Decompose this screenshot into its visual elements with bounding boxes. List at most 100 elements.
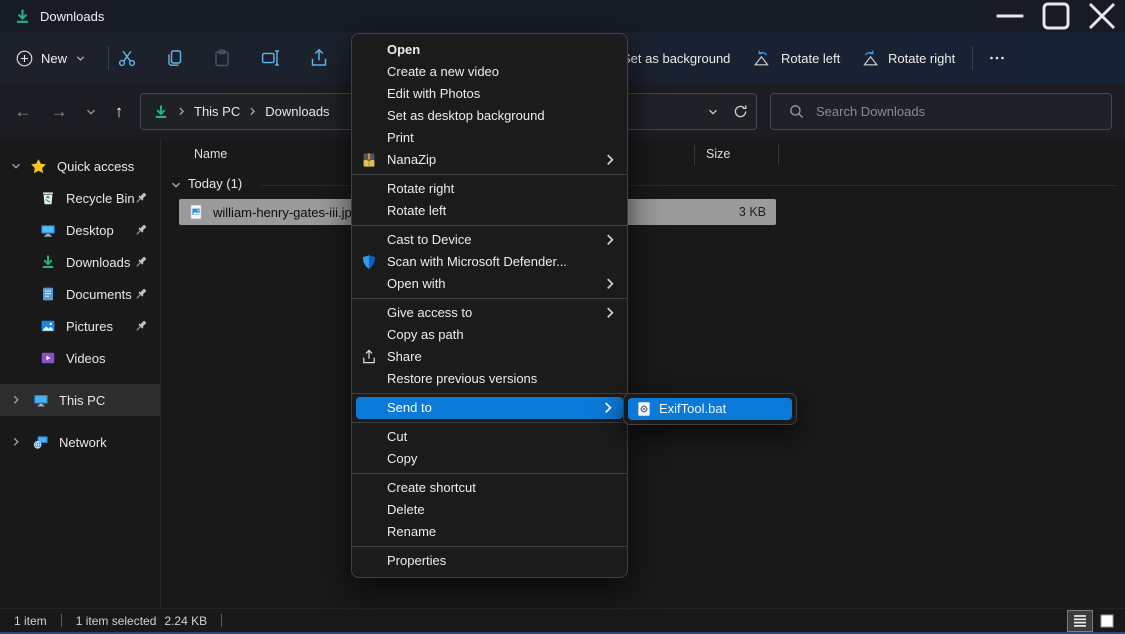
menu-item-restore-previous-versions[interactable]: Restore previous versions xyxy=(352,368,627,390)
file-name: william-henry-gates-iii.jpg xyxy=(213,205,359,220)
pin-icon xyxy=(134,255,148,269)
rotate-right-button[interactable]: Rotate right xyxy=(860,43,955,73)
details-view-button[interactable] xyxy=(1068,611,1092,631)
refresh-icon[interactable] xyxy=(733,104,748,119)
chevron-right-icon xyxy=(247,106,258,117)
up-button[interactable]: ↑ xyxy=(106,100,132,124)
menu-item-rename[interactable]: Rename xyxy=(352,521,627,543)
sidebar-item-documents[interactable]: Documents xyxy=(0,278,160,310)
sidebar-item-label: Videos xyxy=(66,351,106,366)
menu-item-properties[interactable]: Properties xyxy=(352,550,627,572)
minimize-button[interactable] xyxy=(987,0,1033,32)
sidebar-item-label: Network xyxy=(59,435,107,450)
menu-item-label: Cut xyxy=(387,429,407,444)
menu-item-open-with[interactable]: Open with xyxy=(352,273,627,295)
sidebar-item-this-pc[interactable]: This PC xyxy=(0,384,160,416)
column-header-name[interactable]: Name xyxy=(194,147,227,161)
image-file-icon xyxy=(188,204,204,220)
menu-item-delete[interactable]: Delete xyxy=(352,499,627,521)
recycle-bin-icon xyxy=(40,190,56,206)
menu-separator xyxy=(352,546,627,547)
breadcrumb-this-pc[interactable]: This PC xyxy=(194,104,240,119)
rotate-right-icon xyxy=(860,50,879,67)
menu-item-edit-with-photos[interactable]: Edit with Photos xyxy=(352,83,627,105)
menu-item-copy[interactable]: Copy xyxy=(352,448,627,470)
sidebar-item-pictures[interactable]: Pictures xyxy=(0,310,160,342)
sidebar-quick-access[interactable]: Quick access xyxy=(0,150,160,182)
sidebar-item-label: Recycle Bin xyxy=(66,191,135,206)
menu-item-cast-to-device[interactable]: Cast to Device xyxy=(352,229,627,251)
recent-locations-button[interactable] xyxy=(78,100,104,124)
chevron-right-icon[interactable] xyxy=(10,394,22,406)
sidebar-item-downloads[interactable]: Downloads xyxy=(0,246,160,278)
file-list-pane: Name Size Today (1) william-henry-gates-… xyxy=(160,140,1125,608)
see-more-button[interactable] xyxy=(984,45,1010,71)
menu-item-label: Create a new video xyxy=(387,64,499,79)
menu-item-send-to[interactable]: Send to xyxy=(356,397,623,419)
maximize-button[interactable] xyxy=(1033,0,1079,32)
menu-item-copy-as-path[interactable]: Copy as path xyxy=(352,324,627,346)
menu-item-nanazip[interactable]: NanaZip xyxy=(352,149,627,171)
menu-item-label: Copy xyxy=(387,451,417,466)
menu-item-cut[interactable]: Cut xyxy=(352,426,627,448)
rotate-left-label: Rotate left xyxy=(781,51,840,66)
pin-icon xyxy=(134,287,148,301)
menu-item-create-a-new-video[interactable]: Create a new video xyxy=(352,61,627,83)
menu-item-share[interactable]: Share xyxy=(352,346,627,368)
status-bar: 1 item 1 item selected 2.24 KB xyxy=(0,608,1125,634)
menu-item-set-as-desktop-background[interactable]: Set as desktop background xyxy=(352,105,627,127)
back-button[interactable]: ← xyxy=(10,100,36,124)
share-button[interactable] xyxy=(306,45,332,71)
sidebar-item-label: Pictures xyxy=(66,319,113,334)
submenu-arrow-icon xyxy=(602,152,618,168)
menu-item-rotate-left[interactable]: Rotate left xyxy=(352,200,627,222)
network-icon xyxy=(33,434,49,450)
chevron-down-icon[interactable] xyxy=(170,179,182,191)
submenu-item-exiftool-bat[interactable]: ExifTool.bat xyxy=(628,398,792,420)
submenu-arrow-icon xyxy=(602,305,618,321)
sidebar-item-recycle-bin[interactable]: Recycle Bin xyxy=(0,182,160,214)
menu-item-label: Rotate left xyxy=(387,203,446,218)
submenu-arrow-icon xyxy=(602,276,618,292)
menu-item-create-shortcut[interactable]: Create shortcut xyxy=(352,477,627,499)
menu-item-print[interactable]: Print xyxy=(352,127,627,149)
new-button[interactable]: New xyxy=(16,43,86,73)
close-button[interactable] xyxy=(1079,0,1125,32)
document-icon xyxy=(40,286,56,302)
menu-item-rotate-right[interactable]: Rotate right xyxy=(352,178,627,200)
submenu-arrow-icon xyxy=(600,400,616,416)
forward-button[interactable]: → xyxy=(46,100,72,124)
search-box[interactable]: Search Downloads xyxy=(770,93,1112,130)
sidebar-item-label: Documents xyxy=(66,287,132,302)
address-dropdown-icon[interactable] xyxy=(707,106,719,118)
thumbnail-view-button[interactable] xyxy=(1095,611,1119,631)
sidebar-item-videos[interactable]: Videos xyxy=(0,342,160,374)
menu-item-label: Edit with Photos xyxy=(387,86,480,101)
sidebar-item-network[interactable]: Network xyxy=(0,426,160,458)
copy-icon xyxy=(165,48,185,68)
cut-button[interactable] xyxy=(114,45,140,71)
menu-separator xyxy=(352,298,627,299)
file-size: 3 KB xyxy=(739,205,766,219)
copy-button[interactable] xyxy=(162,45,188,71)
chevron-down-icon[interactable] xyxy=(10,160,22,172)
send-to-submenu: ExifTool.bat xyxy=(623,393,797,425)
column-divider[interactable] xyxy=(778,145,779,165)
downloads-folder-icon xyxy=(14,8,31,25)
videos-icon xyxy=(40,350,56,366)
share-icon xyxy=(309,48,329,68)
menu-item-give-access-to[interactable]: Give access to xyxy=(352,302,627,324)
menu-item-open[interactable]: Open xyxy=(352,39,627,61)
set-as-background-label: Set as background xyxy=(622,51,730,66)
chevron-right-icon[interactable] xyxy=(10,436,22,448)
breadcrumb-downloads[interactable]: Downloads xyxy=(265,104,329,119)
menu-item-scan-with-microsoft-defender[interactable]: Scan with Microsoft Defender... xyxy=(352,251,627,273)
paste-icon xyxy=(212,48,232,68)
rename-button[interactable] xyxy=(258,45,284,71)
rotate-left-button[interactable]: Rotate left xyxy=(753,43,840,73)
sidebar-item-desktop[interactable]: Desktop xyxy=(0,214,160,246)
paste-button[interactable] xyxy=(209,45,235,71)
column-header-size[interactable]: Size xyxy=(706,147,730,161)
nanazip-icon xyxy=(361,152,377,168)
column-divider[interactable] xyxy=(694,145,695,165)
